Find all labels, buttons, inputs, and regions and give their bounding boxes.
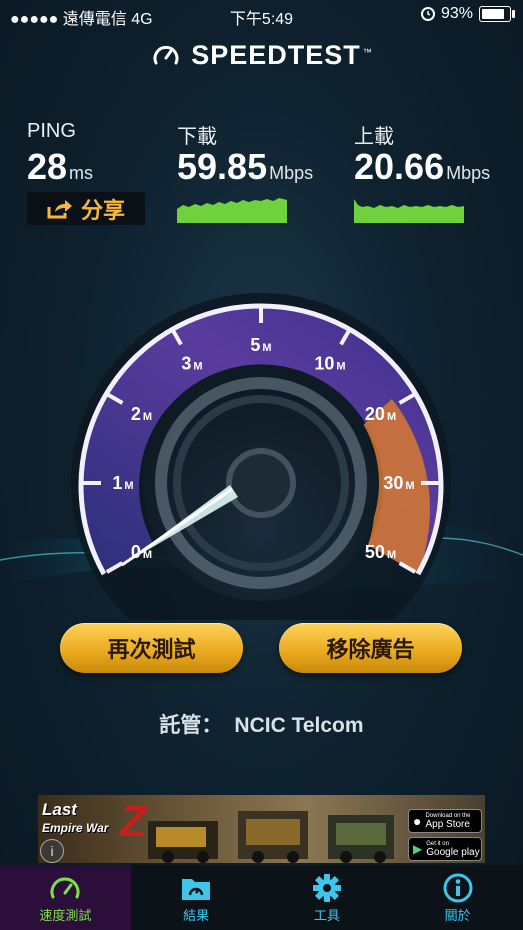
app-store-label: App Store [425,818,470,830]
ad-trucks-image [148,811,394,863]
trademark: ™ [362,46,372,57]
speedometer-icon [50,877,80,899]
download-graph [177,198,287,223]
speed-gauge: 0 M1 M2 M3 M5 M10 M20 M30 M50 M [0,293,523,620]
tab-about-label: 關於 [444,908,471,923]
status-right: 93% [420,5,515,23]
ping-label: PING [27,120,76,142]
host-prefix: 託管： [159,714,223,737]
gear-icon [312,874,341,902]
alarm-clock-icon [420,7,435,21]
ping-unit: ms [69,163,94,183]
tab-tools-label: 工具 [313,908,340,923]
remove-ads-button[interactable]: 移除廣告 [279,623,462,673]
folder-icon [182,879,211,900]
battery-percent: 93% [440,5,473,22]
upload-graph [354,199,464,223]
upload-value: 20.66 [354,146,445,187]
app-store-badge[interactable]: ● Download on the App Store [408,809,482,833]
ad-game-line1: Last [42,800,77,819]
ad-game-title: Last Empire War [42,801,108,837]
google-play-label: Google play [426,846,480,858]
upload-label: 上載 [354,126,394,148]
tab-speedtest-label: 速度測試 [39,908,92,923]
tab-about[interactable]: 關於 [392,865,523,930]
ad-info-icon[interactable]: i [40,839,64,863]
retest-button[interactable]: 再次測試 [60,623,243,673]
download-unit: Mbps [269,163,314,183]
google-play-icon: ▶ [413,842,423,856]
ad-game-z: Z [120,797,147,846]
status-bar: ●●●●● 遠傳電信 4G 下午5:49 93% [0,0,523,30]
share-label: 分享 [80,197,125,223]
upload-unit: Mbps [446,163,491,183]
download-value-group: 59.85 Mbps [177,146,313,188]
tab-tools[interactable]: 工具 [262,865,393,930]
ad-banner[interactable]: Last Empire War Z ● Download on the App S… [38,795,485,863]
ad-game-line2: Empire War [42,821,109,835]
upload-value-group: 20.66 Mbps [354,146,490,188]
host-info: 託管： NCIC Telcom [0,709,523,739]
app-title: SPEEDTEST [191,40,361,70]
download-value: 59.85 [177,146,268,187]
tab-speedtest[interactable]: 速度測試 [0,865,131,930]
tab-results[interactable]: 結果 [131,865,262,930]
share-icon [47,199,72,218]
speedtest-logo-icon [153,45,179,64]
tab-bar: 速度測試 結果 工具 關於 [0,865,523,930]
tab-results-label: 結果 [183,908,210,923]
ping-value: 28 [27,146,68,187]
host-name[interactable]: NCIC Telcom [234,714,363,737]
battery-icon [479,6,515,22]
app-logo: SPEEDTEST ™ [0,40,523,71]
download-label: 下載 [177,126,217,148]
share-button[interactable]: 分享 [27,192,145,225]
info-icon [443,873,473,903]
ping-value-group: 28 ms [27,146,93,188]
google-play-badge[interactable]: ▶ Get it on Google play [408,837,482,861]
apple-icon: ● [413,813,422,829]
